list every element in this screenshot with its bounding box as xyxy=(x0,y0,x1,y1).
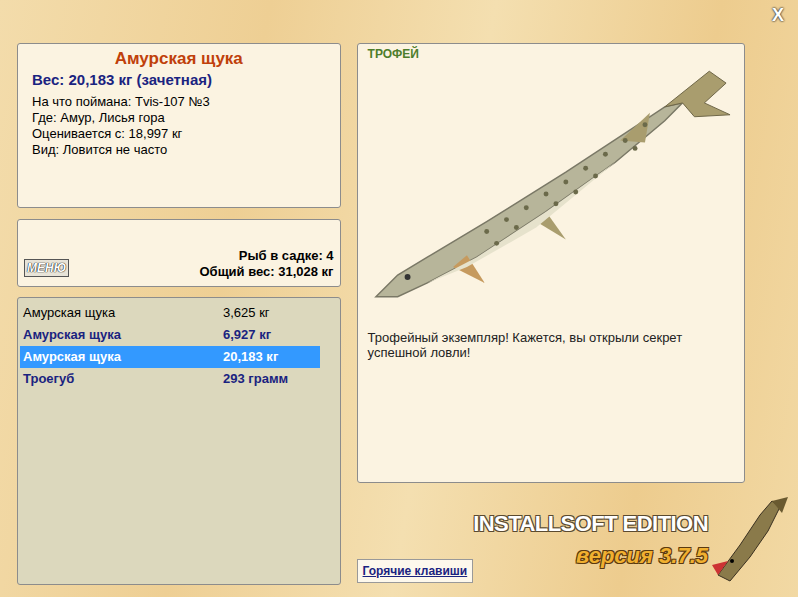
fish-logo-icon xyxy=(710,495,790,585)
catch-weight: 20,183 кг xyxy=(223,347,278,367)
catch-weight: 3,625 кг xyxy=(223,303,270,323)
hotkeys-button[interactable]: Горячие клавиши xyxy=(357,559,474,583)
fish-info-panel: Амурская щука Вес: 20,183 кг (зачетная) … xyxy=(17,43,341,208)
menu-button[interactable]: МЕНЮ xyxy=(24,259,69,277)
keepnet-total: Общий вес: 31,028 кг xyxy=(199,264,333,280)
catch-name: Амурская щука xyxy=(23,325,223,345)
catch-row[interactable]: Троегуб293 грамм xyxy=(20,368,320,390)
catch-list-panel: Амурская щука3,625 кгАмурская щука6,927 … xyxy=(17,297,341,585)
catch-row-content: Троегуб293 грамм xyxy=(23,369,320,389)
catch-row[interactable]: Амурская щука3,625 кг xyxy=(20,302,320,324)
fish-detail: Вид: Ловится не часто xyxy=(32,142,326,158)
trophy-message: Трофейный экземпляр! Кажется, вы открыли… xyxy=(368,330,728,360)
brand-version: версия 3.7.5 xyxy=(576,543,708,569)
fish-detail: Где: Амур, Лисья гора xyxy=(32,110,326,126)
catch-weight: 6,927 кг xyxy=(223,325,271,345)
fish-title: Амурская щука xyxy=(32,48,326,70)
fish-detail: На что поймана: Tvis-107 №3 xyxy=(32,94,326,110)
catch-weight: 293 грамм xyxy=(223,369,288,389)
keepnet-count: Рыб в садке: 4 xyxy=(239,248,334,264)
fish-weight: Вес: 20,183 кг (зачетная) xyxy=(32,70,326,90)
catch-row-content: Амурская щука20,183 кг xyxy=(23,347,320,367)
catch-name: Амурская щука xyxy=(23,303,223,323)
keepnet-panel: МЕНЮ Рыб в садке: 4 Общий вес: 31,028 кг xyxy=(17,219,341,287)
close-button[interactable]: X xyxy=(768,4,788,26)
fish-detail: Оценивается с: 18,997 кг xyxy=(32,126,326,142)
catch-row-content: Амурская щука6,927 кг xyxy=(23,325,320,345)
trophy-panel: ТРОФЕЙ xyxy=(357,43,745,483)
game-window: X Амурская щука Вес: 20,183 кг (зачетная… xyxy=(0,0,798,597)
catch-name: Амурская щука xyxy=(23,347,223,367)
catch-name: Троегуб xyxy=(23,369,223,389)
catch-row-content: Амурская щука3,625 кг xyxy=(23,303,320,323)
pike-icon xyxy=(368,62,734,308)
trophy-badge: ТРОФЕЙ xyxy=(368,46,734,62)
catch-row[interactable]: Амурская щука6,927 кг xyxy=(20,324,320,346)
catch-row[interactable]: Амурская щука20,183 кг xyxy=(20,346,320,368)
brand-edition: INSTALLSOFT EDITION xyxy=(473,511,708,537)
